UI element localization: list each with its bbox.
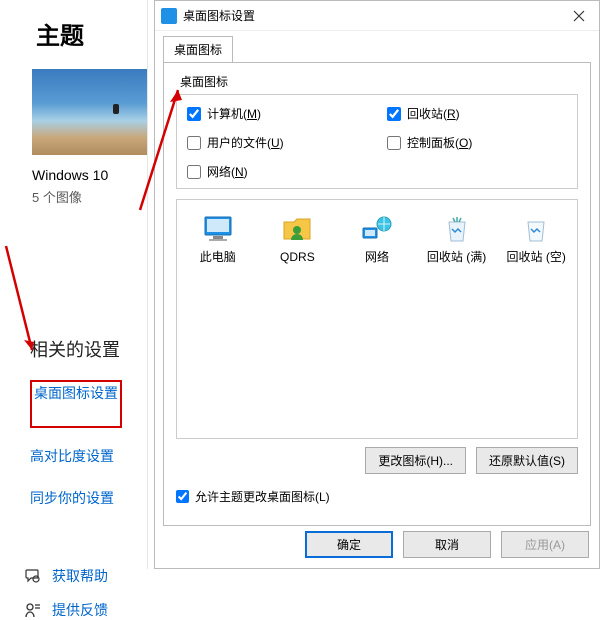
- allow-themes-checkbox-input[interactable]: [176, 490, 189, 503]
- change-icon-button[interactable]: 更改图标(H)...: [365, 447, 466, 474]
- get-help-label: 获取帮助: [52, 566, 108, 586]
- checkbox-control-panel[interactable]: 控制面板(O): [387, 134, 567, 151]
- theme-name: Windows 10: [32, 167, 137, 183]
- desktop-icon-settings-dialog: 桌面图标设置 桌面图标 桌面图标 计算机(M) 回收站(R) 用户的文件(U): [154, 0, 600, 569]
- checkbox-group: 计算机(M) 回收站(R) 用户的文件(U) 控制面板(O) 网络(N): [176, 94, 578, 189]
- tab-desktop-icons[interactable]: 桌面图标: [163, 36, 233, 63]
- theme-thumbnail[interactable]: [32, 69, 147, 155]
- checkbox-network[interactable]: 网络(N): [187, 163, 367, 180]
- chat-icon: [24, 567, 42, 585]
- icon-item-recycle-empty[interactable]: 回收站 (空): [503, 214, 569, 264]
- group-label: 桌面图标: [180, 73, 578, 90]
- icon-item-thispc[interactable]: 此电脑: [185, 214, 251, 264]
- page-title: 主题: [36, 16, 137, 51]
- checkbox-recycle-bin-input[interactable]: [387, 107, 401, 121]
- related-settings-header: 相关的设置: [30, 336, 137, 362]
- ok-button[interactable]: 确定: [305, 531, 393, 558]
- thispc-icon: [201, 214, 235, 244]
- app-icon: [161, 8, 177, 24]
- tabstrip: 桌面图标: [155, 31, 599, 62]
- close-button[interactable]: [559, 2, 599, 30]
- checkbox-recycle-bin[interactable]: 回收站(R): [387, 105, 567, 122]
- settings-sidebar: 主题 Windows 10 5 个图像 相关的设置 桌面图标设置 高对比度设置 …: [0, 0, 148, 569]
- give-feedback-label: 提供反馈: [52, 600, 108, 620]
- give-feedback-link[interactable]: 提供反馈: [24, 600, 137, 620]
- icon-item-network[interactable]: 网络: [344, 214, 410, 264]
- theme-image-count: 5 个图像: [32, 187, 137, 206]
- icon-label-recycle-empty: 回收站 (空): [507, 250, 566, 264]
- link-high-contrast-settings[interactable]: 高对比度设置: [30, 446, 137, 466]
- icon-label-user: QDRS: [280, 250, 315, 264]
- related-links: 桌面图标设置 高对比度设置 同步你的设置: [30, 380, 137, 508]
- icon-label-thispc: 此电脑: [200, 250, 236, 264]
- dialog-title: 桌面图标设置: [183, 7, 255, 24]
- allow-themes-label: 允许主题更改桌面图标(L): [195, 488, 330, 505]
- icon-label-network: 网络: [365, 250, 389, 264]
- recycle-full-icon: [440, 214, 474, 244]
- dialog-button-bar: 确定 取消 应用(A): [305, 531, 589, 558]
- user-folder-icon: [280, 214, 314, 244]
- checkbox-computer-input[interactable]: [187, 107, 201, 121]
- link-desktop-icon-settings[interactable]: 桌面图标设置: [34, 383, 118, 403]
- tab-body: 桌面图标 计算机(M) 回收站(R) 用户的文件(U) 控制面板(O): [163, 62, 591, 526]
- icon-item-user[interactable]: QDRS: [265, 214, 331, 264]
- link-highlight: 桌面图标设置: [30, 380, 122, 428]
- restore-defaults-button[interactable]: 还原默认值(S): [476, 447, 578, 474]
- network-icon: [360, 214, 394, 244]
- dialog-titlebar: 桌面图标设置: [155, 1, 599, 31]
- close-icon: [573, 10, 585, 22]
- feedback-icon: [24, 601, 42, 619]
- link-sync-settings[interactable]: 同步你的设置: [30, 488, 137, 508]
- allow-themes-checkbox[interactable]: 允许主题更改桌面图标(L): [176, 488, 578, 505]
- checkbox-user-files[interactable]: 用户的文件(U): [187, 134, 367, 151]
- get-help-link[interactable]: 获取帮助: [24, 566, 137, 586]
- checkbox-network-input[interactable]: [187, 165, 201, 179]
- icon-label-recycle-full: 回收站 (满): [427, 250, 486, 264]
- icon-preview-well: 此电脑 QDRS 网络: [176, 199, 578, 439]
- checkbox-user-files-input[interactable]: [187, 136, 201, 150]
- apply-button: 应用(A): [501, 531, 589, 558]
- checkbox-control-panel-input[interactable]: [387, 136, 401, 150]
- cancel-button[interactable]: 取消: [403, 531, 491, 558]
- icon-item-recycle-full[interactable]: 回收站 (满): [424, 214, 490, 264]
- recycle-empty-icon: [519, 214, 553, 244]
- checkbox-computer[interactable]: 计算机(M): [187, 105, 367, 122]
